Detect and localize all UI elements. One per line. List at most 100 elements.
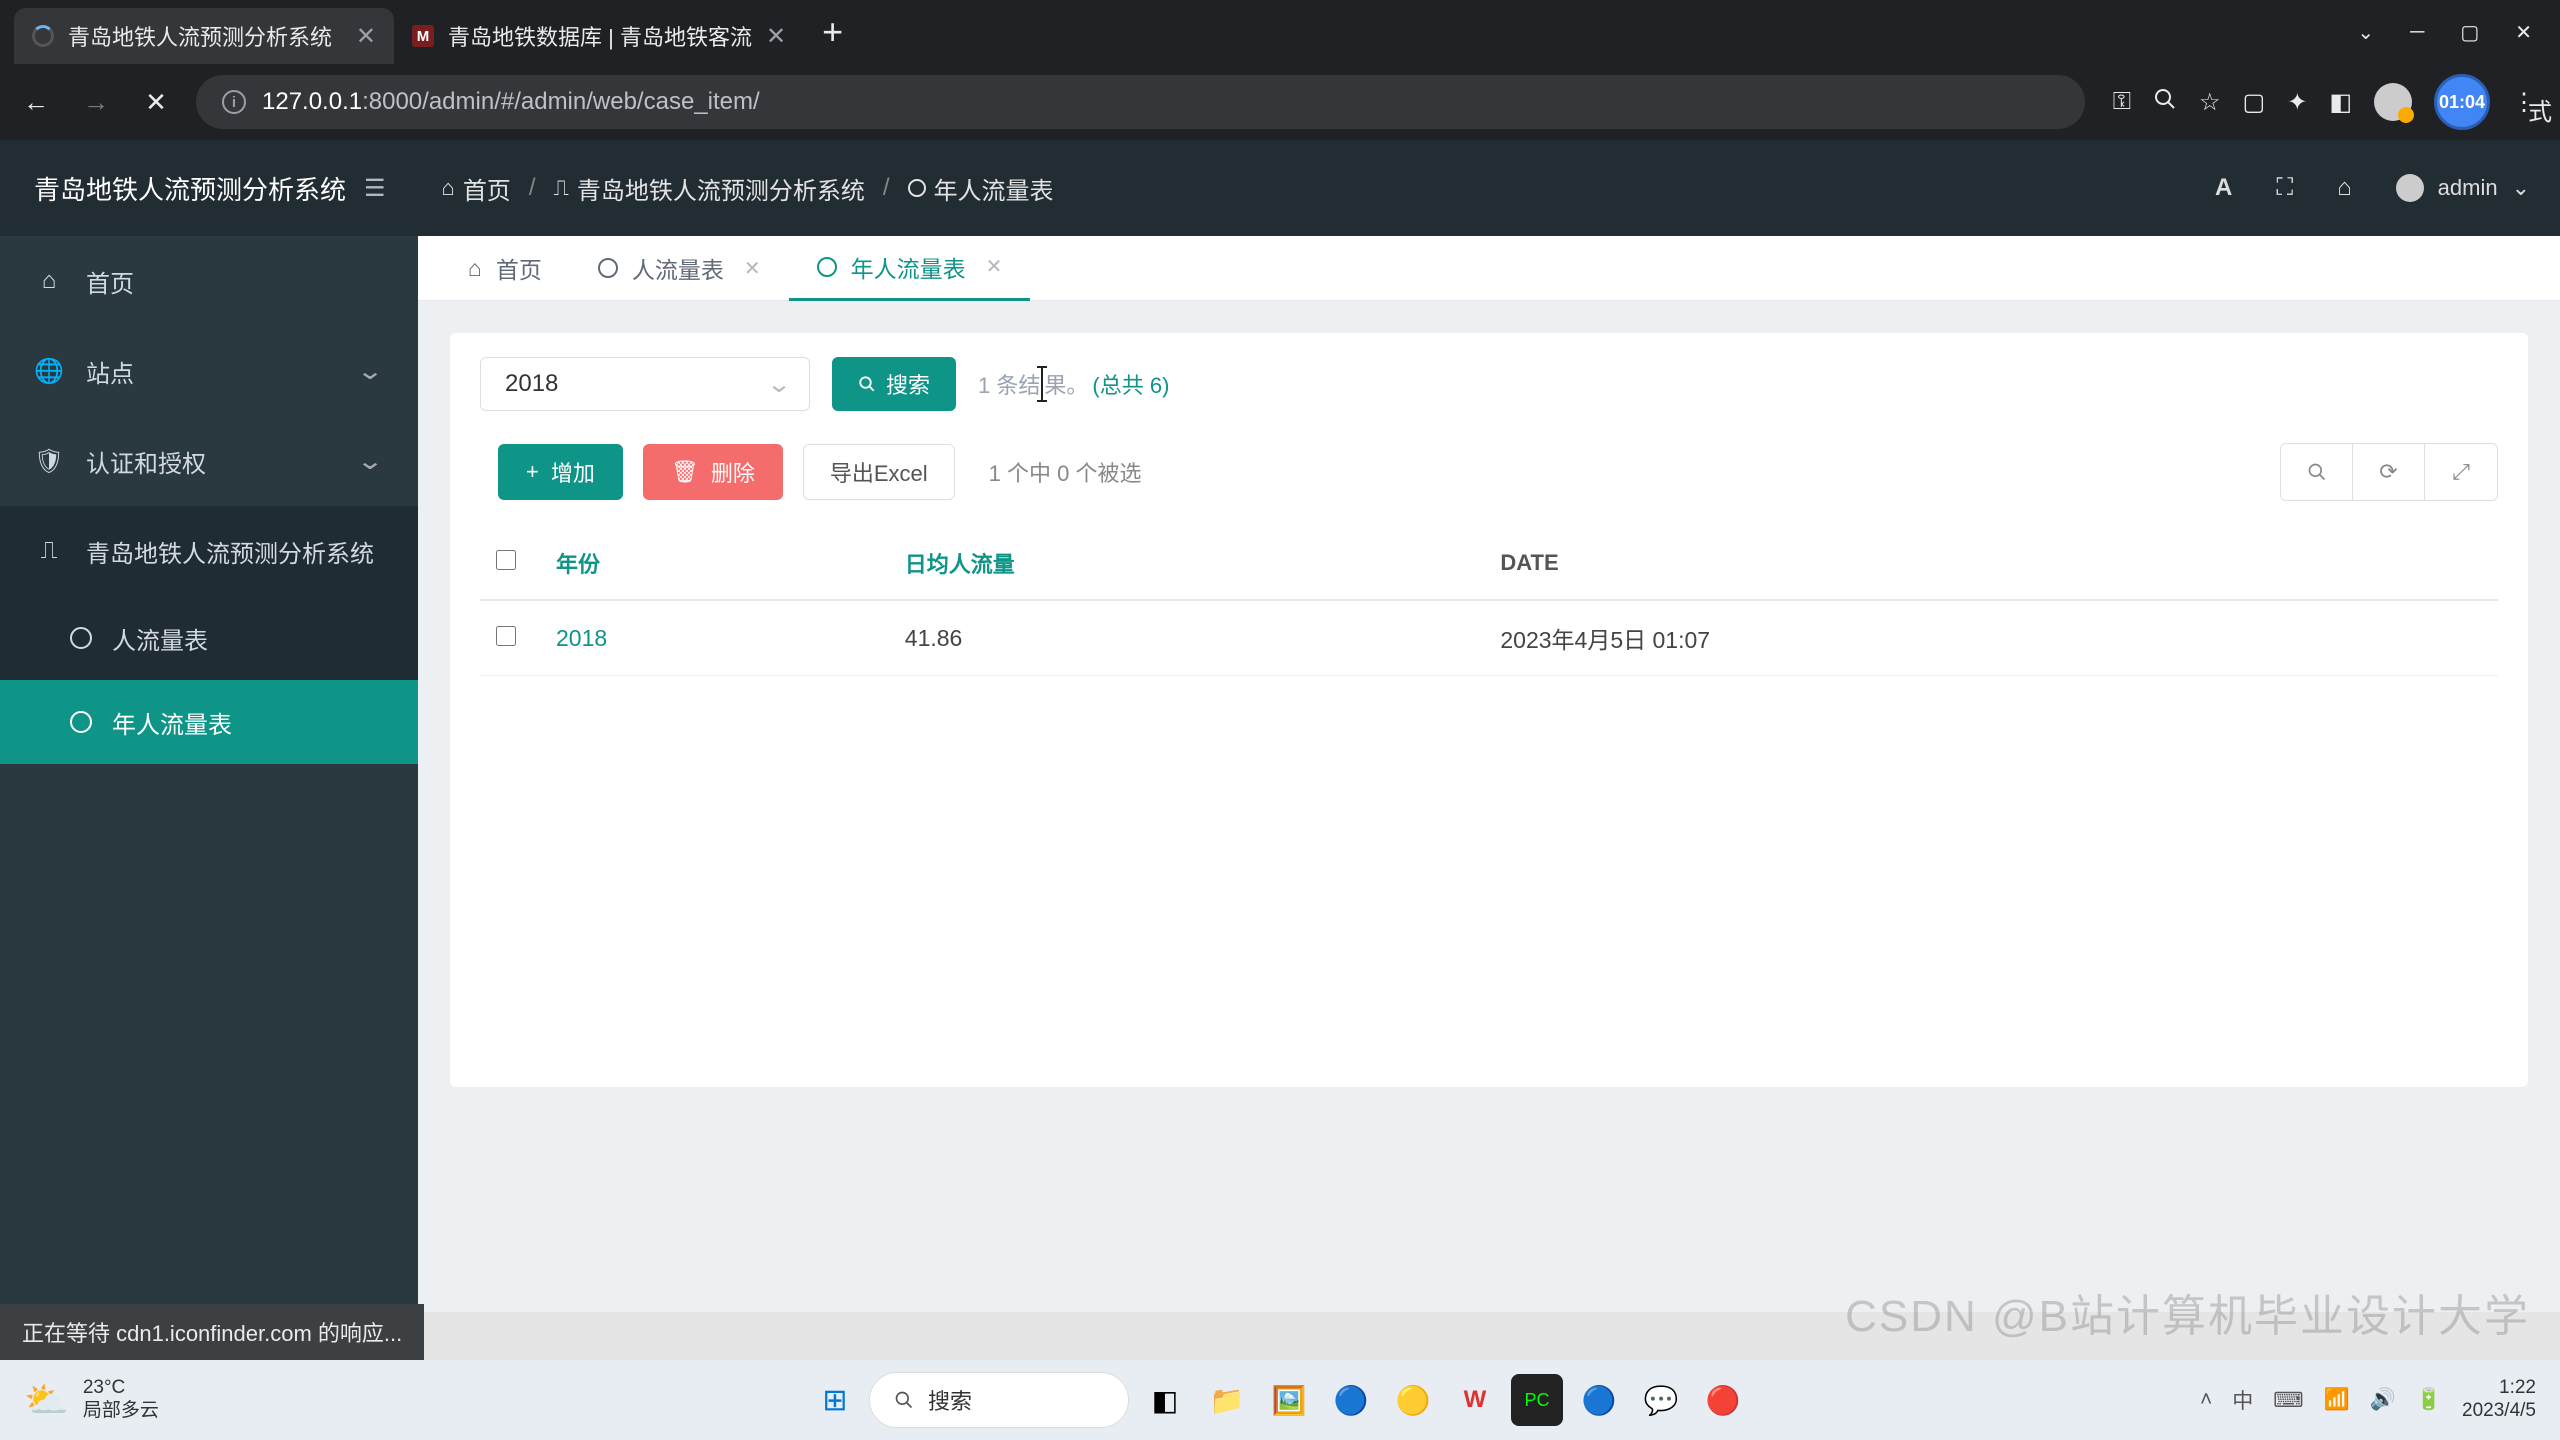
weather-widget[interactable]: ⛅ 23°C 局部多云: [24, 1377, 159, 1423]
user-menu[interactable]: admin ⌄: [2396, 174, 2530, 202]
forward-icon[interactable]: →: [76, 87, 116, 118]
search-result-info: 1 条结 果。 (总共 6): [978, 368, 1169, 400]
add-button[interactable]: + 增加: [498, 444, 623, 500]
explorer-icon[interactable]: 📁: [1201, 1374, 1253, 1426]
sidebar-item-auth[interactable]: 🛡 认证和授权: [0, 416, 418, 506]
site-info-icon[interactable]: i: [222, 90, 246, 114]
export-button[interactable]: 导出Excel: [803, 444, 955, 500]
close-window-icon[interactable]: ✕: [2515, 20, 2532, 45]
gallery-icon[interactable]: 🖼️: [1263, 1374, 1315, 1426]
sidebar-item-yearflow[interactable]: 年人流量表: [0, 680, 418, 764]
volume-icon[interactable]: 🔊: [2370, 1388, 2396, 1412]
expand-icon[interactable]: ⤢: [2425, 444, 2497, 500]
cell-year[interactable]: 2018: [540, 600, 889, 676]
extensions-icon[interactable]: ✦: [2287, 88, 2307, 117]
browser-tab-1[interactable]: 青岛地铁人流预测分析系统 ✕: [14, 8, 394, 64]
search-button[interactable]: 搜索: [832, 357, 956, 411]
profile-icon[interactable]: [2374, 83, 2412, 121]
breadcrumb-current: 年人流量表: [908, 171, 1054, 206]
tabs-dropdown-icon[interactable]: ⌄: [2357, 20, 2374, 45]
selection-info: 1 个中 0 个被选: [989, 456, 1142, 488]
battery-icon[interactable]: 🔋: [2416, 1388, 2442, 1412]
font-size-icon[interactable]: A: [2215, 174, 2232, 202]
tab-close-icon[interactable]: ✕: [356, 22, 376, 51]
maximize-icon[interactable]: ▢: [2460, 20, 2479, 45]
tab-label: 人流量表: [632, 251, 724, 285]
key-icon[interactable]: ⚿: [2113, 88, 2131, 116]
search-button-label: 搜索: [886, 368, 930, 400]
tab-favicon-m-icon: M: [412, 25, 434, 47]
app-title: 青岛地铁人流预测分析系统: [34, 170, 364, 207]
fullscreen-icon[interactable]: ⛶: [2276, 174, 2293, 202]
pycharm-icon[interactable]: PC: [1511, 1374, 1563, 1426]
row-checkbox[interactable]: [496, 626, 516, 646]
tab-close-icon[interactable]: ✕: [766, 22, 786, 51]
url-input[interactable]: i 127.0.0.1:8000/admin/#/admin/web/case_…: [196, 75, 2085, 129]
app-icon[interactable]: 🔵: [1573, 1374, 1625, 1426]
home-icon: ⌂: [442, 175, 455, 201]
col-date[interactable]: DATE: [1484, 527, 2498, 600]
sidebar-toggle-icon[interactable]: ☰: [364, 174, 386, 203]
delete-button[interactable]: 🗑 删除: [643, 444, 783, 500]
taskbar-clock[interactable]: 1:22 2023/4/5: [2462, 1377, 2536, 1423]
breadcrumb-home[interactable]: ⌂首页: [442, 171, 511, 206]
star-icon[interactable]: ☆: [2199, 88, 2221, 117]
chrome-icon[interactable]: 🟡: [1387, 1374, 1439, 1426]
wifi-icon[interactable]: 📶: [2324, 1388, 2350, 1412]
taskbar-search[interactable]: 搜索: [869, 1372, 1129, 1428]
sidebar-item-site[interactable]: 🌐 站点: [0, 326, 418, 416]
circle-icon: [598, 258, 618, 278]
tab-title: 青岛地铁数据库 | 青岛地铁客流: [448, 20, 752, 52]
refresh-icon[interactable]: ⟳: [2353, 444, 2425, 500]
sidebar-item-label: 首页: [86, 264, 134, 299]
table-row: 2018 41.86 2023年4月5日 01:07: [480, 600, 2498, 676]
year-select[interactable]: 2018: [480, 357, 810, 411]
breadcrumb: ⌂首页 / ⎍青岛地铁人流预测分析系统 / 年人流量表: [442, 171, 1054, 206]
minimize-icon[interactable]: ─: [2410, 20, 2424, 45]
search-icon[interactable]: [2153, 87, 2177, 118]
tab-flow[interactable]: 人流量表 ✕: [570, 236, 789, 301]
timer-badge[interactable]: 01:04: [2434, 74, 2490, 130]
stop-icon[interactable]: ✕: [136, 87, 176, 118]
chevron-up-icon[interactable]: ˄: [2200, 1388, 2212, 1412]
browser-tab-2[interactable]: M 青岛地铁数据库 | 青岛地铁客流 ✕: [394, 8, 804, 64]
sidebar-item-system[interactable]: ⎍ 青岛地铁人流预测分析系统: [0, 506, 418, 596]
taskview-icon[interactable]: ◧: [1139, 1374, 1191, 1426]
sidepanel-icon[interactable]: ◧: [2329, 88, 2352, 117]
home-icon: ⌂: [468, 255, 482, 282]
vr-icon[interactable]: ▢: [2243, 88, 2266, 117]
app2-icon[interactable]: 🔴: [1697, 1374, 1749, 1426]
breadcrumb-system[interactable]: ⎍青岛地铁人流预测分析系统: [553, 171, 864, 206]
col-avg[interactable]: 日均人流量: [889, 527, 1485, 600]
total-count-link[interactable]: (总共 6): [1092, 368, 1169, 400]
select-all-checkbox[interactable]: [496, 550, 516, 570]
tab-close-icon[interactable]: ✕: [986, 254, 1003, 279]
address-bar: ← → ✕ i 127.0.0.1:8000/admin/#/admin/web…: [0, 64, 2560, 140]
plus-icon: +: [526, 459, 539, 485]
sidebar-item-flow[interactable]: 人流量表: [0, 596, 418, 680]
app-header: 青岛地铁人流预测分析系统 ☰ ⌂首页 / ⎍青岛地铁人流预测分析系统 / 年人流…: [0, 140, 2560, 236]
home-icon[interactable]: ⌂: [2337, 174, 2352, 202]
tab-close-icon[interactable]: ✕: [744, 256, 761, 281]
sidebar-item-label: 青岛地铁人流预测分析系统: [86, 534, 374, 569]
edge-icon[interactable]: 🔵: [1325, 1374, 1377, 1426]
wechat-icon[interactable]: 💬: [1635, 1374, 1687, 1426]
tab-home[interactable]: ⌂ 首页: [440, 236, 570, 301]
circle-icon: [908, 179, 926, 197]
new-tab-button[interactable]: +: [822, 11, 843, 53]
sidebar: ⌂ 首页 🌐 站点 🛡 认证和授权 ⎍ 青岛地铁人流预测分析系统 人流量表 年人…: [0, 236, 418, 1312]
avatar-icon: [2396, 174, 2424, 202]
chevron-down-icon: ⌄: [2512, 175, 2530, 201]
col-year[interactable]: 年份: [540, 527, 889, 600]
tab-loading-spinner-icon: [32, 25, 54, 47]
ime-icon[interactable]: 中: [2232, 1385, 2253, 1415]
search-toolbar-icon[interactable]: [2281, 444, 2353, 500]
tab-yearflow[interactable]: 年人流量表 ✕: [789, 236, 1031, 301]
input-icon[interactable]: ⌨: [2273, 1388, 2303, 1413]
main-panel: 2018 搜索 1 条结 果。 (总共 6) + 增加: [450, 333, 2528, 1087]
year-select-value: 2018: [505, 370, 558, 398]
wps-icon[interactable]: W: [1449, 1374, 1501, 1426]
sidebar-item-home[interactable]: ⌂ 首页: [0, 236, 418, 326]
back-icon[interactable]: ←: [16, 87, 56, 118]
start-button[interactable]: ⊞: [811, 1376, 859, 1424]
